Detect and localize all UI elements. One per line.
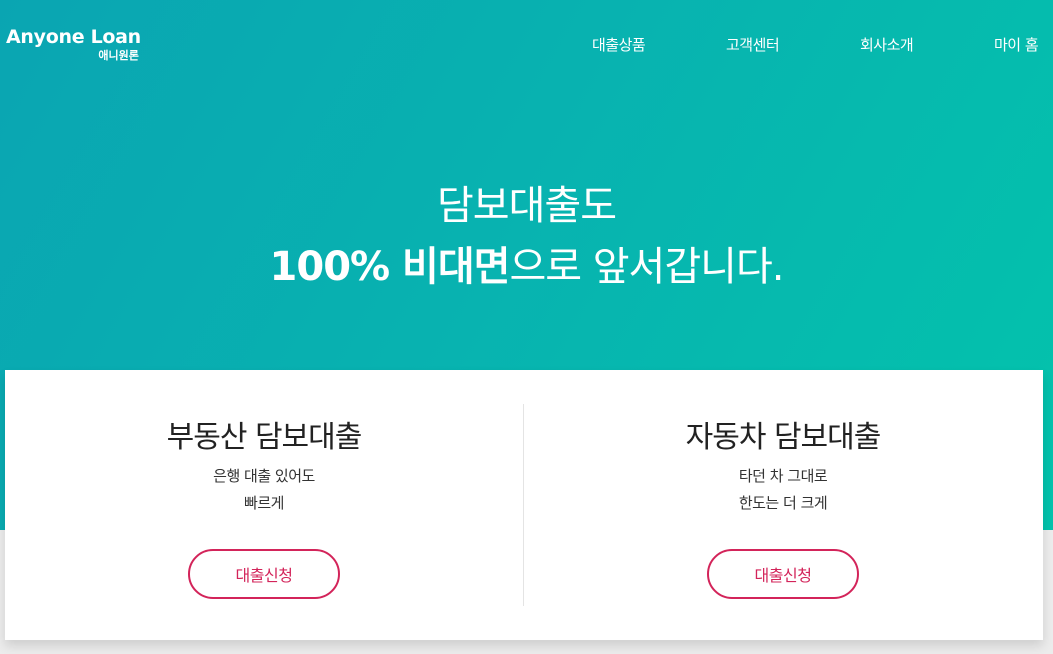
product-description: 은행 대출 있어도 빠르게 bbox=[5, 463, 523, 517]
apply-loan-button[interactable]: 대출신청 bbox=[707, 549, 859, 599]
product-card-real-estate: 부동산 담보대출 은행 대출 있어도 빠르게 대출신청 bbox=[5, 370, 523, 640]
product-description-line: 타던 차 그대로 bbox=[738, 467, 828, 485]
nav-item-company-intro[interactable]: 회사소개 bbox=[860, 34, 914, 55]
apply-loan-button[interactable]: 대출신청 bbox=[188, 549, 340, 599]
product-title: 자동차 담보대출 bbox=[685, 420, 882, 455]
product-description: 타던 차 그대로 한도는 더 크게 bbox=[524, 463, 1042, 517]
nav-item-customer-center[interactable]: 고객센터 bbox=[726, 34, 780, 55]
product-description-line: 은행 대출 있어도 bbox=[213, 467, 315, 485]
product-card-auto: 자동차 담보대출 타던 차 그대로 한도는 더 크게 대출신청 bbox=[524, 370, 1042, 640]
hero-headline-line2: 100% 비대면으로 앞서갑니다. bbox=[0, 238, 1053, 296]
hero-headline-rest: 으로 앞서갑니다. bbox=[509, 244, 784, 290]
product-title: 부동산 담보대출 bbox=[166, 420, 363, 455]
hero-headline-emphasis: 100% 비대면 bbox=[269, 244, 511, 290]
product-cards: 부동산 담보대출 은행 대출 있어도 빠르게 대출신청 자동차 담보대출 타던 … bbox=[5, 370, 1043, 640]
hero-headline-line1: 담보대출도 bbox=[437, 183, 617, 229]
product-description-line: 빠르게 bbox=[244, 494, 284, 512]
product-description-line: 한도는 더 크게 bbox=[738, 494, 828, 512]
nav-item-my-home[interactable]: 마이 홈 bbox=[994, 34, 1039, 55]
nav-item-loan-products[interactable]: 대출상품 bbox=[592, 34, 646, 55]
hero-headline: 담보대출도 100% 비대면으로 앞서갑니다. bbox=[0, 178, 1053, 296]
main-nav: 대출상품 고객센터 회사소개 마이 홈 bbox=[0, 34, 1053, 54]
